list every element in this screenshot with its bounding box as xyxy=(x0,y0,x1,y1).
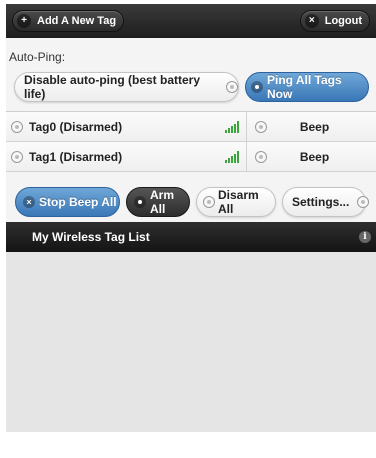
tag-item[interactable]: Tag1 (Disarmed) xyxy=(6,142,247,171)
radio-icon xyxy=(134,196,146,208)
logout-button[interactable]: × Logout xyxy=(299,10,370,32)
close-icon: × xyxy=(23,196,35,208)
disarm-all-label: Disarm All xyxy=(218,188,259,216)
plus-icon: + xyxy=(17,14,31,28)
control-panel: Auto-Ping: Disable auto-ping (best batte… xyxy=(6,38,376,222)
action-row: × Stop Beep All Arm All Disarm All Setti… xyxy=(6,172,376,222)
info-icon[interactable]: i xyxy=(359,231,371,243)
tag-list-header: My Wireless Tag List i xyxy=(6,222,376,252)
autoping-label: Auto-Ping: xyxy=(9,50,66,64)
tag-name: Tag1 (Disarmed) xyxy=(29,149,123,164)
add-tag-label: Add A New Tag xyxy=(37,15,117,27)
beep-label: Beep xyxy=(299,119,330,134)
tag-list-title: My Wireless Tag List xyxy=(32,230,150,244)
radio-icon xyxy=(11,150,23,163)
settings-button[interactable]: Settings... xyxy=(282,187,370,217)
autoping-mode-button[interactable]: Disable auto-ping (best battery life) xyxy=(14,72,239,102)
stop-beep-all-label: Stop Beep All xyxy=(39,195,117,209)
ping-all-button[interactable]: Ping All Tags Now xyxy=(245,72,369,102)
radio-icon xyxy=(255,120,267,133)
app-frame: + Add A New Tag × Logout Auto-Ping: Disa… xyxy=(6,4,376,432)
arm-all-label: Arm All xyxy=(150,188,175,216)
beep-button[interactable]: Beep xyxy=(247,142,376,171)
signal-strength-icon xyxy=(225,121,240,133)
beep-label: Beep xyxy=(299,149,330,164)
ping-all-label: Ping All Tags Now xyxy=(267,73,342,101)
tag-list-content xyxy=(6,252,376,418)
autoping-row: Disable auto-ping (best battery life) Pi… xyxy=(6,72,376,102)
tag-row: Tag1 (Disarmed) Beep xyxy=(6,142,376,172)
top-toolbar: + Add A New Tag × Logout xyxy=(6,4,376,38)
arm-all-button[interactable]: Arm All xyxy=(126,187,190,217)
radio-icon xyxy=(255,150,267,163)
stop-beep-all-button[interactable]: × Stop Beep All xyxy=(15,187,120,217)
radio-icon xyxy=(357,196,370,208)
beep-button[interactable]: Beep xyxy=(247,112,376,141)
radio-icon xyxy=(226,81,238,93)
settings-label: Settings... xyxy=(292,195,350,209)
disarm-all-button[interactable]: Disarm All xyxy=(196,187,276,217)
close-icon: × xyxy=(304,14,319,28)
logout-label: Logout xyxy=(324,15,362,27)
tag-item[interactable]: Tag0 (Disarmed) xyxy=(6,112,247,141)
signal-strength-icon xyxy=(225,151,240,163)
tag-row: Tag0 (Disarmed) Beep xyxy=(6,112,376,142)
radio-icon xyxy=(203,196,215,208)
tag-list: Tag0 (Disarmed) Beep Tag1 (Disarmed) Bee… xyxy=(6,111,376,172)
radio-icon xyxy=(11,120,23,133)
autoping-mode-label: Disable auto-ping (best battery life) xyxy=(24,73,201,101)
add-tag-button[interactable]: + Add A New Tag xyxy=(12,10,125,32)
radio-icon xyxy=(251,81,263,93)
tag-name: Tag0 (Disarmed) xyxy=(29,119,123,134)
